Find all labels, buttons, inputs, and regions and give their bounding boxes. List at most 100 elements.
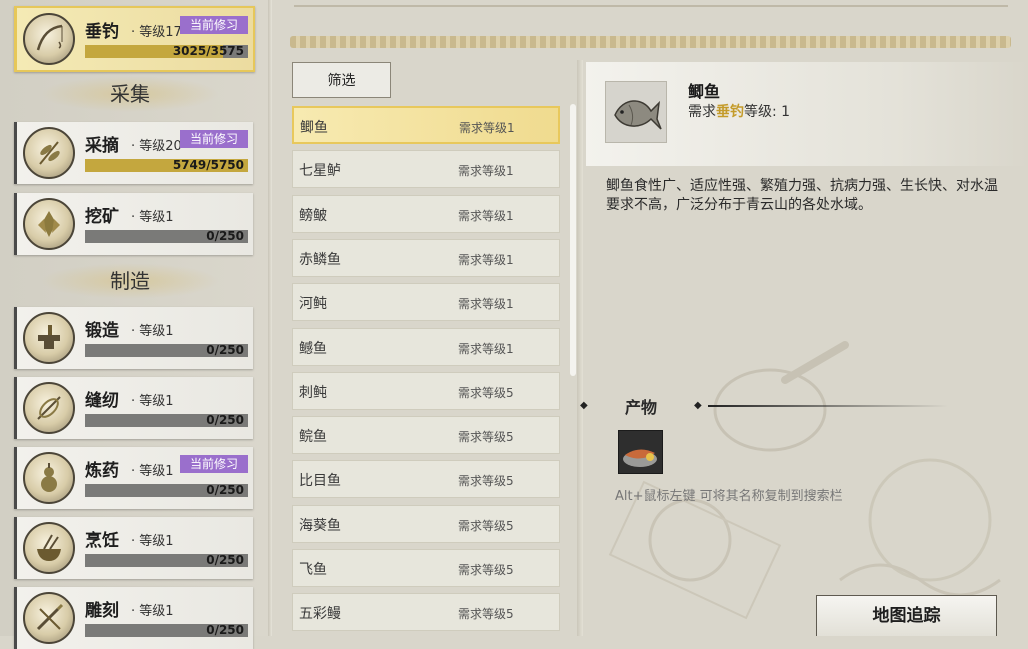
fish-requirement: 需求等级5 (458, 607, 514, 622)
gourd-icon (23, 452, 75, 504)
fish-requirement: 需求等级1 (458, 208, 514, 223)
carving-icon (23, 592, 75, 644)
req-prefix: 需求 (688, 104, 716, 120)
skill-card[interactable]: 采摘 · 等级20 当前修习 5749/5750 (14, 122, 253, 184)
skill-card[interactable]: 锻造 · 等级1 0/250 (14, 307, 253, 369)
fish-list-item[interactable]: 赤鳞鱼 需求等级1 (292, 238, 560, 277)
fish-requirement: 需求等级5 (458, 385, 514, 400)
fish-name: 河鲀 (299, 296, 327, 313)
skill-level: · 等级1 (131, 534, 174, 549)
fish-requirement: 需求等级1 (458, 164, 514, 179)
skill-level: · 等级1 (131, 394, 174, 409)
skill-progress-bar: 0/250 (85, 553, 248, 567)
diamond-icon: ◆ (580, 400, 588, 411)
skill-progress-text: 0/250 (206, 343, 244, 357)
product-title: 产物 (625, 398, 658, 417)
fish-description: 鲫鱼食性广、适应性强、繁殖力强、抗病力强、生长快、对水温要求不高，广泛分布于青云… (606, 178, 998, 213)
fish-list: 鲫鱼 需求等级1 七星鲈 需求等级1 鳑鲏 需求等级1 赤鳞鱼 需求等级1 河鲀 需求等级1 鳡鱼需… (290, 104, 562, 636)
skill-progress-text: 0/250 (206, 483, 244, 497)
skill-progress-text: 0/250 (206, 553, 244, 567)
copy-hint: Alt+鼠标左键 可将其名称复制到搜索栏 (615, 489, 843, 504)
fish-requirement: 需求等级1 (458, 297, 514, 312)
section-title-gather: 采集 (40, 76, 220, 112)
fish-name: 鲫鱼 (300, 120, 328, 136)
detail-fish-name: 鲫鱼 (688, 82, 721, 101)
skill-progress-bar: 0/250 (85, 623, 248, 637)
fish-list-item[interactable]: 五彩鳗 需求等级5 (292, 593, 560, 632)
skill-progress-text: 5749/5750 (172, 158, 244, 172)
skill-card[interactable]: 烹饪 · 等级1 0/250 (14, 517, 253, 579)
current-training-badge: 当前修习 (180, 16, 248, 34)
skill-card[interactable]: 挖矿 · 等级1 0/250 (14, 193, 253, 255)
skill-card[interactable]: 缝纫 · 等级1 0/250 (14, 377, 253, 439)
fish-list-item[interactable]: 河鲀 需求等级1 (292, 283, 560, 322)
req-skill: 垂钓 (716, 104, 744, 120)
fish-list-item[interactable]: 鳑鲏 需求等级1 (292, 194, 560, 233)
mining-icon (23, 198, 75, 250)
skill-name: 雕刻 (85, 601, 119, 621)
skill-level: · 等级1 (131, 210, 174, 225)
decorative-rope-divider (290, 36, 1011, 48)
fish-requirement: 需求等级5 (458, 474, 514, 489)
skill-name: 缝纫 (85, 391, 119, 411)
skill-level: · 等级20 (131, 139, 182, 154)
skill-name: 烹饪 (85, 531, 119, 551)
fish-list-item[interactable]: 鲫鱼 需求等级1 (292, 106, 560, 144)
fish-name: 七星鲈 (299, 163, 341, 180)
fish-requirement: 需求等级1 (459, 121, 515, 135)
map-tracking-button[interactable]: 地图追踪 (816, 595, 997, 636)
herb-icon (23, 127, 75, 179)
fish-thumbnail (605, 81, 667, 143)
skill-card[interactable]: 炼药 · 等级1 当前修习 0/250 (14, 447, 253, 509)
sidebar-divider (268, 0, 272, 636)
fish-name: 赤鳞鱼 (299, 251, 341, 268)
filter-button[interactable]: 筛选 (292, 62, 391, 98)
fish-requirement: 需求等级5 (458, 518, 514, 533)
skill-progress-text: 0/250 (206, 229, 244, 243)
skill-name: 垂钓 (85, 22, 119, 42)
product-header: ◆ 产物 ◆ (580, 396, 1020, 417)
skill-progress-text: 0/250 (206, 413, 244, 427)
skill-name: 采摘 (85, 136, 119, 156)
cooking-icon (23, 522, 75, 574)
skill-card[interactable]: 雕刻 · 等级1 0/250 (14, 587, 253, 649)
req-suffix: 等级: 1 (744, 104, 791, 120)
skill-card[interactable]: 垂钓 · 等级17 当前修习 3025/3575 (14, 6, 255, 72)
skill-progress-bar: 3025/3575 (85, 44, 248, 58)
current-training-badge: 当前修习 (180, 455, 248, 473)
fish-list-item[interactable]: 鳡鱼 需求等级1 (292, 327, 560, 366)
skill-name: 锻造 (85, 321, 119, 341)
fish-list-item[interactable]: 鲩鱼 需求等级5 (292, 416, 560, 455)
skill-progress-text: 0/250 (206, 623, 244, 637)
skill-progress-bar: 0/250 (85, 413, 248, 427)
skill-progress-bar: 0/250 (85, 343, 248, 357)
product-item[interactable] (618, 430, 663, 474)
skill-progress-bar: 0/250 (85, 229, 248, 243)
fish-list-item[interactable]: 海葵鱼 需求等级5 (292, 504, 560, 543)
fish-name: 鲩鱼 (299, 429, 327, 446)
fish-list-item[interactable]: 飞鱼 需求等级5 (292, 549, 560, 587)
fish-list-item[interactable]: 比目鱼 需求等级5 (292, 460, 560, 499)
list-scrollbar[interactable] (570, 104, 576, 376)
fish-requirement: 需求等级5 (458, 563, 514, 577)
fish-list-item[interactable]: 七星鲈 需求等级1 (292, 150, 560, 189)
panel-separator (577, 60, 583, 636)
skill-progress-bar: 5749/5750 (85, 158, 248, 172)
crucian-carp-icon (614, 100, 662, 130)
fish-name: 比目鱼 (299, 473, 341, 490)
fish-dish-icon (623, 449, 657, 467)
top-trim (294, 0, 1008, 7)
skill-level: · 等级1 (131, 604, 174, 619)
anvil-icon (23, 312, 75, 364)
fish-name: 飞鱼 (299, 562, 327, 578)
skill-progress-text: 3025/3575 (172, 44, 244, 58)
section-title-craft: 制造 (40, 263, 220, 299)
skill-level: · 等级1 (131, 464, 174, 479)
detail-requirement: 需求垂钓等级: 1 (688, 101, 790, 121)
fish-name: 五彩鳗 (299, 606, 341, 623)
fish-name: 鳡鱼 (299, 340, 327, 357)
skill-name: 挖矿 (85, 207, 119, 227)
fish-list-item[interactable]: 刺鲀 需求等级5 (292, 371, 560, 410)
fish-name: 海葵鱼 (299, 517, 341, 534)
diamond-icon: ◆ (694, 400, 702, 411)
